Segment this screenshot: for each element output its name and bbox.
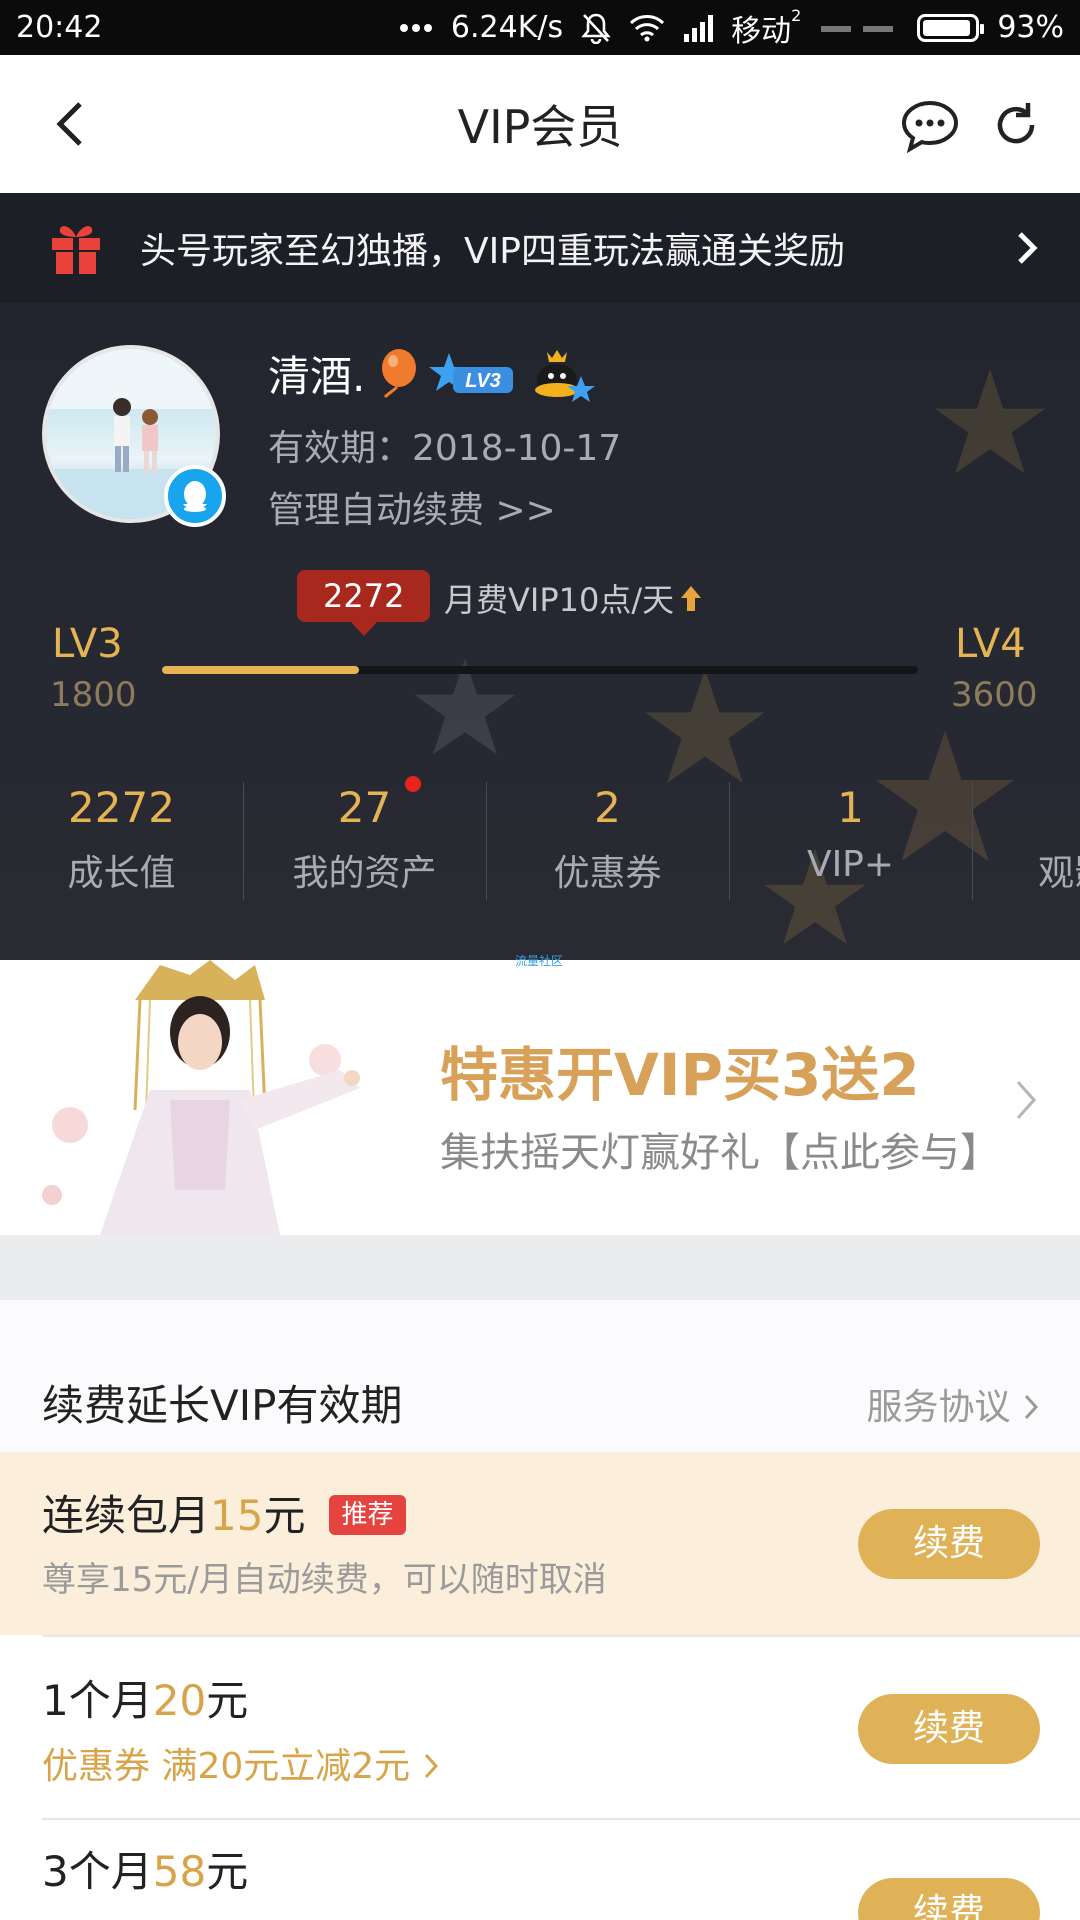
stat-coupons[interactable]: 2 优惠券 — [486, 770, 729, 920]
profile-card: 清酒. LV3 有效期：2018-10-17 管理自动续费 >> 2272 月费… — [0, 303, 1080, 960]
network-speed: 6.24K/s — [450, 10, 564, 45]
username: 清酒. — [268, 352, 366, 401]
stat-value: 2272 — [68, 783, 175, 832]
stat-growth[interactable]: 2272 成长值 — [0, 770, 243, 920]
plan-name: 3个月58元 — [42, 1847, 249, 1896]
arrow-up-icon — [681, 586, 702, 611]
service-agreement-label: 服务协议 — [866, 1387, 1011, 1428]
stat-label: 成长值 — [67, 853, 176, 894]
nav-bar: VIP会员 — [0, 55, 1080, 193]
points-rate: 月费VIP10点/天 — [444, 575, 702, 621]
coupon-link[interactable]: 优惠券 满20元立减2元 — [42, 1737, 440, 1789]
star-decoration-icon — [934, 369, 1046, 474]
renew-button[interactable]: 续费 — [858, 1878, 1040, 1920]
level-progress-fill — [162, 666, 359, 674]
stat-value: 1 — [837, 783, 864, 832]
section-divider — [0, 1235, 1080, 1300]
stat-value — [972, 780, 1080, 836]
renew-button[interactable]: 续费 — [858, 1694, 1040, 1764]
chevron-left-icon — [56, 102, 82, 146]
renewal-heading: 续费延长VIP有效期 — [42, 1381, 403, 1430]
svg-text:LV3: LV3 — [466, 370, 502, 392]
stat-label: 观影 — [1038, 853, 1080, 894]
wifi-icon — [629, 14, 665, 42]
stat-label: 优惠券 — [553, 853, 662, 894]
banner-subtitle: 集扶摇天灯赢好礼【点此参与】 — [440, 1130, 1000, 1176]
username-row: 清酒. LV3 — [268, 343, 596, 404]
carrier-name: 移动2 — [731, 5, 802, 49]
plan-name: 连续包月15元 推荐 — [42, 1482, 406, 1543]
notification-dot — [405, 776, 421, 792]
next-level-label: LV4 — [955, 621, 1026, 667]
stat-assets[interactable]: 27 我的资产 — [243, 770, 486, 920]
promo-banner[interactable]: 特惠开VIP买3送2 集扶摇天灯赢好礼【点此参与】 — [0, 960, 1080, 1235]
stat-vip-plus[interactable]: 1 VIP+ — [729, 770, 972, 920]
manage-auto-renew-link[interactable]: 管理自动续费 >> — [268, 481, 556, 533]
stat-viewing[interactable]: 观影 — [972, 770, 1080, 920]
recommend-tag: 推荐 — [329, 1494, 406, 1535]
banner-title: 特惠开VIP买3送2 — [440, 1041, 920, 1109]
plan-3-months: 3个月58元 续费 — [0, 1820, 1080, 1920]
signal-icon — [683, 14, 714, 42]
stat-value: 27 — [337, 783, 392, 832]
chevron-right-icon — [1018, 232, 1038, 264]
qq-penguin-crown-icon — [535, 349, 596, 402]
coupon-text: 优惠券 满20元立减2元 — [42, 1746, 411, 1787]
plan-description: 尊享15元/月自动续费，可以随时取消 — [42, 1560, 607, 1600]
qq-penguin-icon — [164, 465, 226, 527]
back-button[interactable] — [40, 91, 100, 157]
watermark: 流量社区 — [515, 954, 564, 968]
chevron-right-icon — [1024, 1394, 1039, 1420]
next-level-points: 3600 — [951, 675, 1038, 715]
vip-level-badge-icon: LV3 — [429, 351, 515, 397]
level-progress-bar — [162, 666, 918, 674]
chat-bubble-icon — [901, 100, 959, 154]
promo-notice[interactable]: 头号玩家至幻独播，VIP四重玩法赢通关奖励 — [0, 193, 1080, 303]
plan-monthly-auto: 连续包月15元 推荐 尊享15元/月自动续费，可以随时取消 续费 — [0, 1452, 1080, 1635]
plan-1-month: 1个月20元 优惠券 满20元立减2元 续费 — [0, 1637, 1080, 1820]
service-agreement-link[interactable]: 服务协议 — [867, 1378, 1040, 1430]
balloon-icon — [382, 348, 417, 398]
refresh-icon — [997, 103, 1035, 144]
status-bar: 20:42 6.24K/s 移动2 93% — [0, 0, 1080, 55]
mute-bell-icon — [581, 12, 611, 44]
points-rate-text: 月费VIP10点/天 — [444, 581, 675, 619]
refresh-button[interactable] — [988, 97, 1044, 153]
message-button[interactable] — [900, 99, 960, 154]
chevron-right-icon — [1016, 1081, 1037, 1119]
chevron-right-icon — [424, 1753, 438, 1779]
renew-button[interactable]: 续费 — [858, 1509, 1040, 1579]
avatar[interactable] — [42, 345, 226, 527]
gift-icon — [52, 226, 100, 274]
renewal-header: 续费延长VIP有效期 服务协议 — [0, 1300, 1080, 1452]
stat-value: 2 — [594, 783, 621, 832]
plan-name: 1个月20元 — [42, 1676, 249, 1725]
notice-text: 头号玩家至幻独播，VIP四重玩法赢通关奖励 — [140, 231, 845, 272]
battery-icon — [917, 13, 985, 42]
stats-row: 2272 成长值 27 我的资产 2 优惠券 1 VIP+ 观影 — [0, 770, 1080, 920]
current-level-label: LV3 — [52, 621, 123, 667]
stat-label: VIP+ — [806, 844, 895, 885]
more-dots-icon — [399, 23, 433, 33]
stat-label: 我的资产 — [292, 853, 437, 894]
current-level-points: 1800 — [50, 675, 137, 715]
battery-percent: 93% — [997, 10, 1064, 45]
banner-actress-image — [42, 960, 360, 1235]
status-right: 6.24K/s 移动2 93% — [399, 6, 1064, 50]
status-time: 20:42 — [16, 10, 103, 45]
validity-date: 有效期：2018-10-17 — [268, 428, 622, 469]
growth-points-bubble: 2272 — [297, 570, 431, 636]
data-activity-icon — [819, 18, 899, 38]
